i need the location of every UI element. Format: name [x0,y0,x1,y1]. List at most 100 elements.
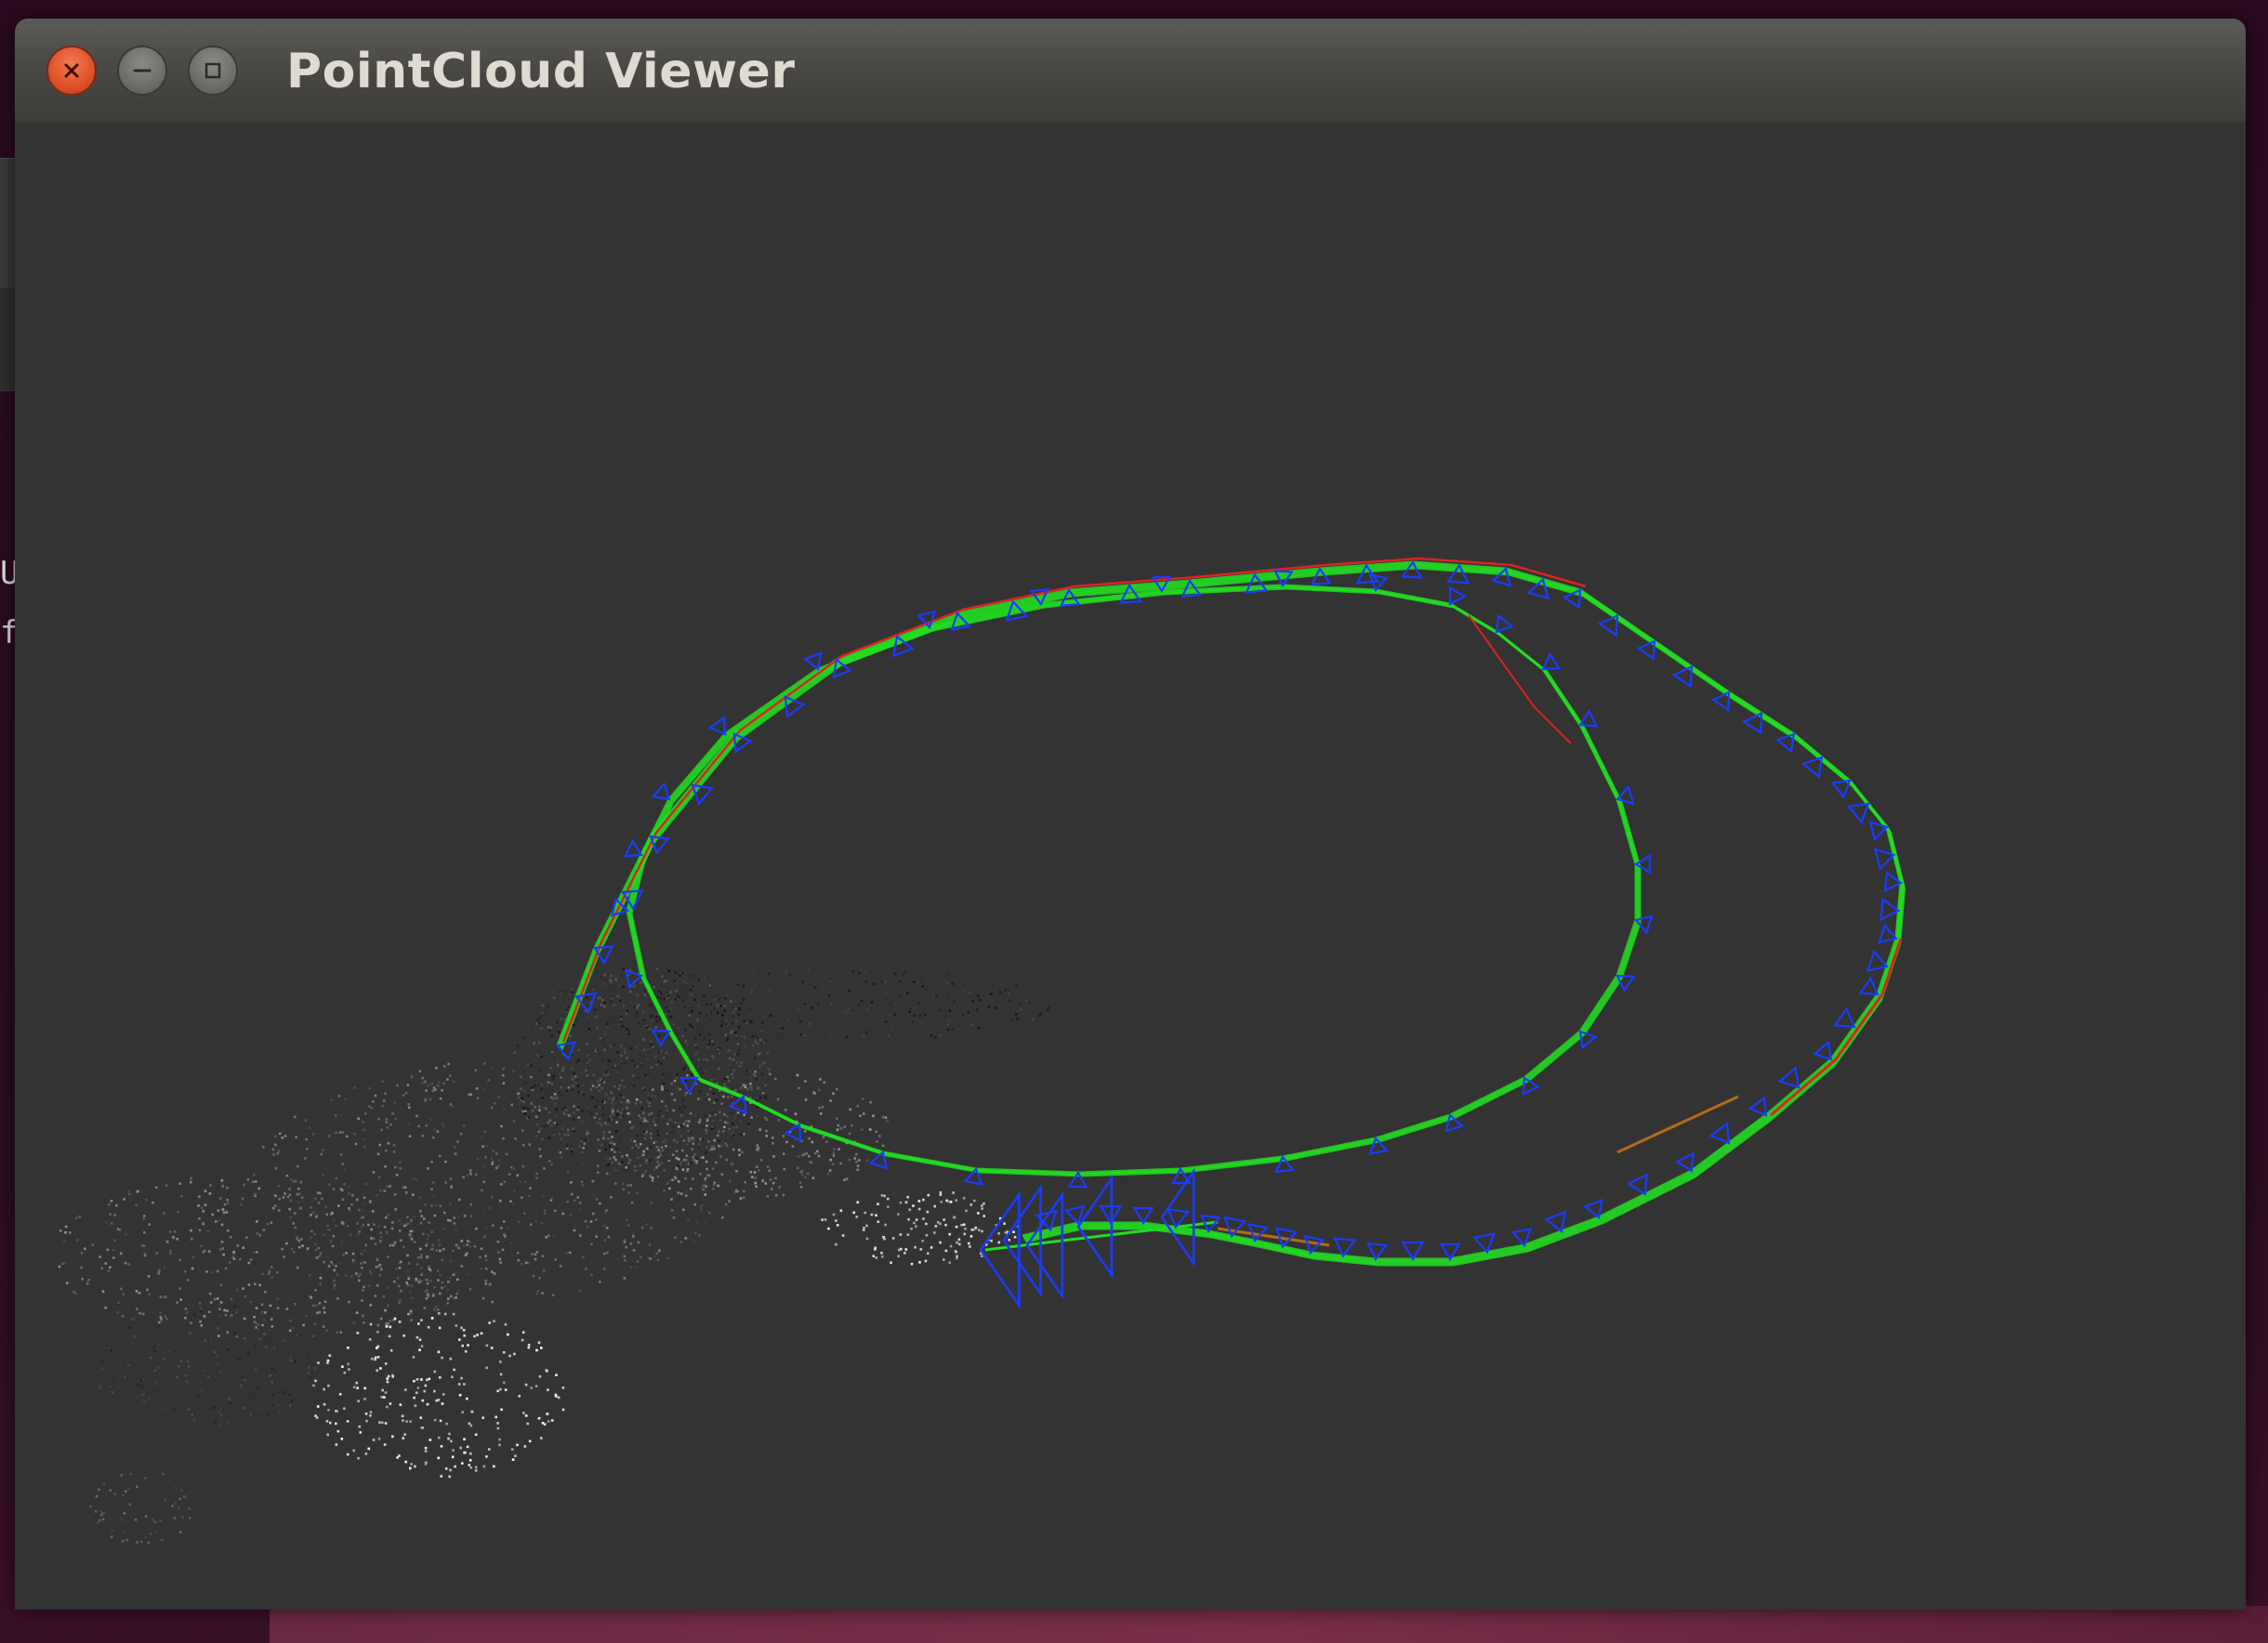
point-cloud-point [733,1053,736,1056]
point-cloud-point [200,1324,204,1327]
trajectory-estimate-inner [626,584,1638,1175]
point-cloud-point [640,1116,642,1120]
point-cloud-point [343,1407,346,1410]
point-cloud-point [136,1541,138,1544]
point-cloud-point [290,1247,294,1251]
point-cloud-point [213,1297,217,1301]
point-cloud-point [946,1028,950,1032]
point-cloud-point [713,1147,716,1150]
point-cloud-point [352,1386,356,1388]
point-cloud-point [485,1455,488,1458]
point-cloud-point [466,1273,468,1277]
point-cloud-point [576,1145,579,1148]
point-cloud-point [474,1466,478,1469]
point-cloud-point [439,1376,442,1379]
point-cloud-point [601,999,604,1002]
point-cloud-point [117,1301,120,1304]
pointcloud-viewer-window[interactable]: PointCloud Viewer [15,19,2246,1610]
point-cloud-point [712,1101,716,1104]
point-cloud-point [510,1103,514,1107]
point-cloud-point [502,1351,506,1354]
point-cloud-point [637,1146,640,1149]
3d-viewport[interactable] [15,123,2246,1610]
window-titlebar[interactable]: PointCloud Viewer [15,19,2246,124]
point-cloud-point [725,996,729,1000]
point-cloud-point [677,1164,680,1168]
point-cloud-point [771,1142,774,1145]
point-cloud-point [368,1105,371,1108]
point-cloud-point [420,1215,423,1217]
point-cloud-point [474,1069,478,1071]
maximize-button[interactable] [188,46,238,96]
point-cloud-point [437,1436,441,1439]
point-cloud-point [308,1126,311,1129]
point-cloud-point [393,1165,397,1169]
point-cloud-point [521,1338,524,1342]
point-cloud-point [582,1093,586,1097]
point-cloud-point [595,1198,599,1201]
point-cloud-point [607,1058,611,1062]
point-cloud-point [208,1192,212,1195]
point-cloud-point [731,1030,733,1032]
point-cloud-point [323,1311,326,1314]
point-cloud-point [706,1046,709,1049]
point-cloud-point [669,1146,672,1149]
point-cloud-point [742,984,745,988]
camera-frustum [1813,1040,1833,1061]
point-cloud-point [653,1092,656,1096]
point-cloud-point [527,1344,531,1347]
point-cloud-point [741,1150,744,1154]
point-cloud-point [380,1128,383,1132]
point-cloud-point [313,1232,316,1236]
point-cloud-point [424,1450,428,1452]
point-cloud-point [474,1433,478,1437]
point-cloud-point [226,1422,230,1426]
point-cloud-point [622,1096,626,1098]
point-cloud-point [531,1253,534,1255]
point-cloud-point [811,1006,814,1009]
point-cloud-point [417,1124,420,1128]
point-cloud-point [739,1133,743,1137]
point-cloud-point [830,1032,833,1036]
point-cloud-point [289,1356,292,1359]
point-cloud-point [660,1162,664,1165]
point-cloud-point [173,1349,176,1352]
point-cloud-point [325,1329,328,1332]
point-cloud-point [419,1209,422,1213]
point-cloud-point [587,1054,589,1058]
point-cloud-point [709,1087,712,1091]
point-cloud-point [706,1131,710,1134]
point-cloud-point [327,1384,330,1387]
point-cloud-point [122,1530,125,1533]
point-cloud-point [808,1137,811,1140]
point-cloud-point [674,1119,678,1123]
close-button[interactable] [46,46,97,96]
pointcloud-scene[interactable] [15,123,2246,1610]
point-cloud-point [724,1141,728,1145]
camera-frustum [1401,1241,1425,1262]
point-cloud-point [376,1369,378,1373]
point-cloud-point [880,1194,884,1197]
point-cloud-point [818,1107,821,1110]
point-cloud-point [620,1044,623,1047]
point-cloud-point [649,1175,653,1177]
point-cloud-point [690,1159,693,1163]
trajectory-ground-truth [1770,938,1903,1117]
point-cloud-point [655,995,659,999]
point-cloud-point [939,1190,943,1194]
point-cloud-point [640,1255,642,1258]
point-cloud-point [645,1159,648,1162]
point-cloud-point [372,1171,376,1174]
point-cloud-point [437,1279,440,1282]
point-cloud-point [627,1100,631,1104]
point-cloud-point [671,1157,675,1160]
point-cloud-point [666,1123,669,1125]
point-cloud-point [497,1096,500,1098]
point-cloud-point [406,1084,410,1086]
point-cloud-point [663,1169,666,1172]
point-cloud-point [112,1377,115,1380]
minimize-button[interactable] [117,46,167,96]
point-cloud-point [425,1124,429,1127]
point-cloud-point [709,1010,712,1013]
point-cloud-point [803,1003,807,1006]
